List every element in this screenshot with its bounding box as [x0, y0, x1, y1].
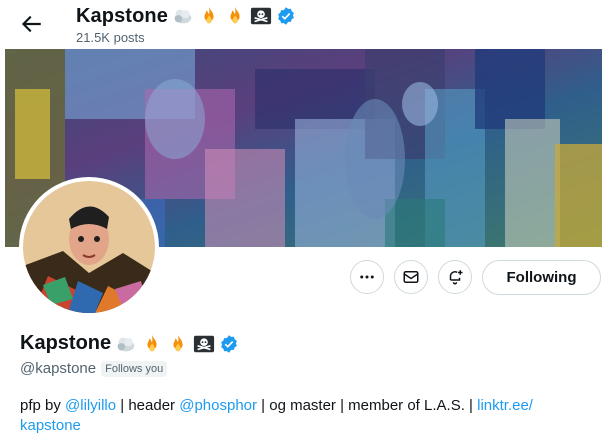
display-name: Kapstone	[20, 332, 112, 354]
notifications-button[interactable]	[438, 260, 472, 294]
avatar[interactable]	[23, 181, 155, 313]
mention-phosphor[interactable]: @phosphor	[179, 397, 257, 414]
avatar-container[interactable]	[19, 177, 159, 317]
more-icon	[360, 275, 374, 279]
bio-text: | header	[116, 397, 180, 414]
cloud-icon	[174, 9, 192, 24]
bio-text: | og master | member of L.A.S. |	[257, 397, 478, 414]
bio: pfp by @lilyillo | header @phosphor | og…	[20, 396, 580, 436]
display-name-row: Kapstone	[20, 332, 239, 355]
handle-row: @kapstone Follows you	[20, 360, 168, 377]
following-button[interactable]: Following	[482, 260, 601, 295]
follows-you-badge: Follows you	[101, 360, 168, 377]
fire-icon	[147, 334, 157, 351]
skull-crossbones-icon	[250, 7, 272, 25]
bell-plus-icon	[449, 270, 463, 285]
cloud-icon	[117, 337, 135, 351]
message-button[interactable]	[394, 260, 428, 294]
back-arrow-icon[interactable]	[18, 11, 44, 37]
header-title-row: Kapstone	[76, 3, 296, 29]
fire-icon	[204, 6, 214, 24]
mention-lilyillo[interactable]: @lilyillo	[65, 397, 116, 414]
post-count: 21.5K posts	[76, 30, 145, 45]
fire-icon	[173, 334, 183, 351]
bio-text: pfp by	[20, 397, 66, 414]
verified-badge-icon	[221, 334, 237, 353]
header-title: Kapstone	[76, 4, 168, 27]
skull-crossbones-icon	[194, 335, 215, 352]
more-button[interactable]	[350, 260, 384, 294]
handle: @kapstone	[20, 360, 97, 377]
verified-badge-icon	[278, 7, 294, 25]
fire-icon	[230, 6, 240, 24]
envelope-icon	[403, 271, 419, 283]
profile-top-bar: Kapstone 21.5K posts	[0, 0, 610, 49]
